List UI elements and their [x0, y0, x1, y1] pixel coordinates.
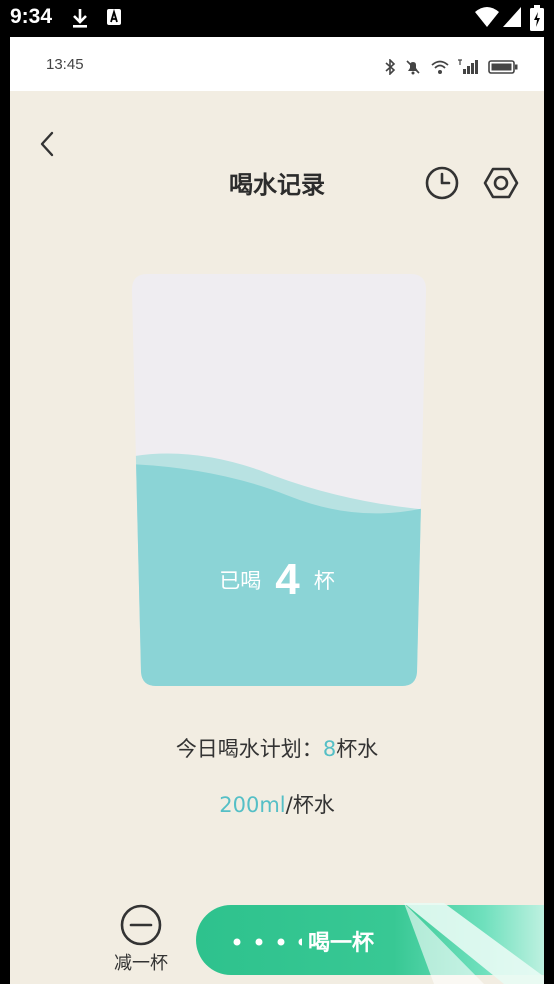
water-cup	[131, 274, 427, 686]
system-time: 9:34	[10, 5, 53, 28]
battery-icon	[488, 59, 518, 74]
settings-icon[interactable]	[483, 165, 519, 201]
clock-icon[interactable]	[424, 165, 460, 201]
signal-icon	[458, 58, 479, 74]
plan-target: 8	[322, 737, 337, 761]
daily-plan: 今日喝水计划：8杯水	[10, 733, 544, 763]
plan-unit: 杯水	[336, 737, 379, 761]
back-arrow-icon[interactable]	[32, 127, 62, 161]
bluetooth-icon	[385, 57, 396, 76]
drunk-suffix: 杯	[313, 569, 335, 593]
app-status-icons	[384, 56, 518, 76]
system-status-bar: 9:34	[0, 0, 554, 37]
app-screen: 13:45 喝水记录 已喝 4 杯 今日喝水计划：8杯水 200ml/杯水 减一…	[10, 37, 544, 984]
signal-icon	[503, 7, 521, 27]
mute-icon	[406, 59, 420, 74]
wifi-icon	[475, 7, 499, 27]
app-status-time: 13:45	[46, 56, 84, 73]
per-cup-volume: 200ml/杯水	[10, 789, 544, 819]
wifi-icon	[431, 60, 449, 74]
text-a-icon	[107, 8, 121, 25]
drunk-count-display: 已喝 4 杯	[10, 555, 544, 605]
minus-cup-label: 减一杯	[114, 953, 168, 974]
drunk-count: 4	[275, 555, 300, 604]
app-status-bar: 13:45	[10, 37, 544, 91]
per-cup-unit: /杯水	[285, 793, 335, 817]
minus-cup-button[interactable]: 减一杯	[106, 903, 176, 974]
per-cup-amount: 200ml	[219, 793, 286, 817]
dots-icon	[233, 938, 302, 946]
minus-circle-icon	[120, 904, 162, 946]
plan-label: 今日喝水计划：	[175, 737, 323, 761]
download-icon	[73, 9, 87, 28]
drunk-prefix: 已喝	[219, 569, 262, 593]
page-title: 喝水记录	[229, 171, 325, 199]
drink-cup-label: 喝一杯	[308, 931, 375, 956]
button-glare	[404, 903, 544, 984]
battery-icon	[530, 5, 544, 31]
